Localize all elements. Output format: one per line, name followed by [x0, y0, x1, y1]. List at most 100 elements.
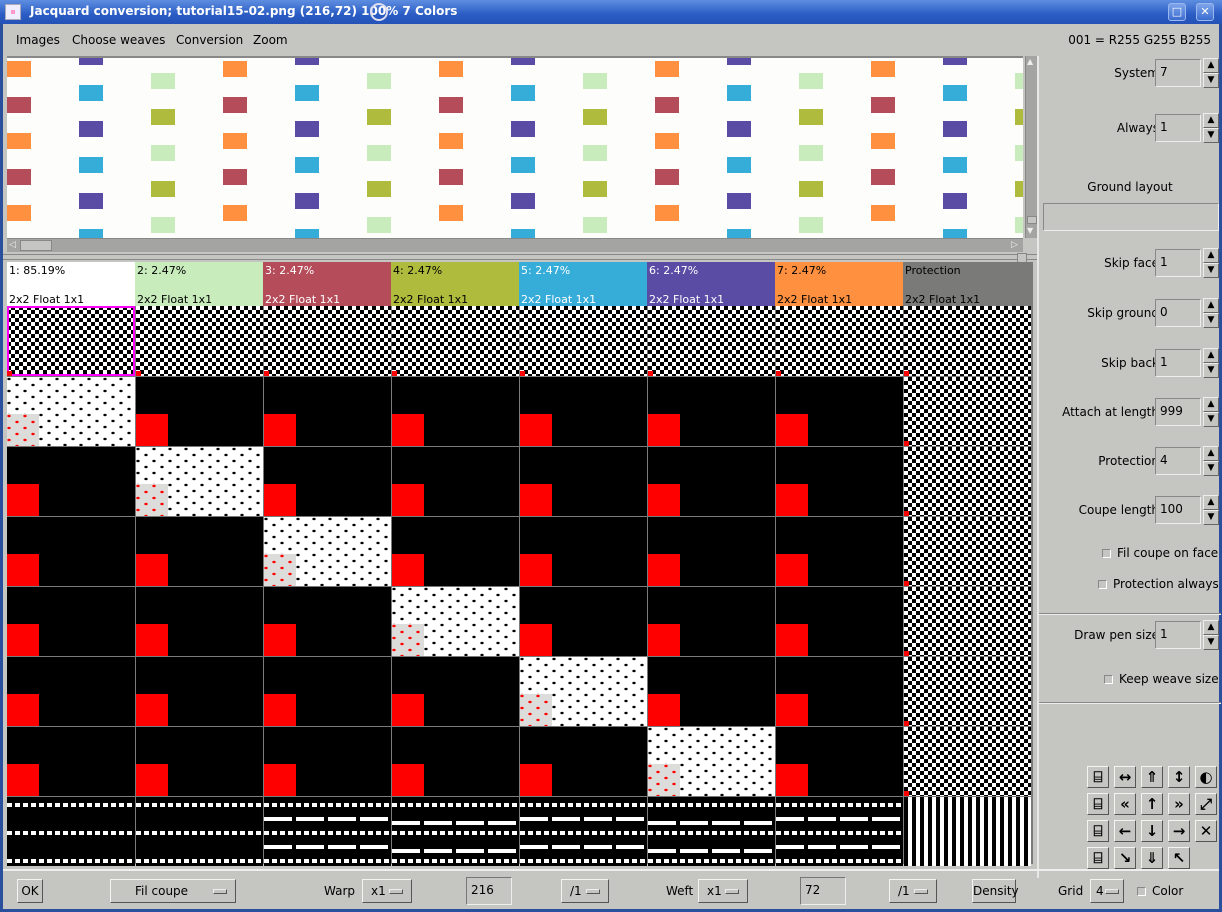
- system-input[interactable]: 7: [1155, 59, 1201, 87]
- weave-cell[interactable]: [7, 377, 135, 446]
- weave-cell[interactable]: [520, 587, 647, 656]
- weave-cell[interactable]: [520, 797, 647, 866]
- menu-zoom[interactable]: Zoom: [253, 33, 288, 47]
- weave-cell[interactable]: [7, 657, 135, 726]
- spin-down-icon[interactable]: ▼: [1203, 128, 1219, 143]
- system-spinner[interactable]: ▲ ▼: [1203, 58, 1219, 88]
- weave-cell[interactable]: [520, 657, 647, 726]
- weave-cell[interactable]: [136, 587, 263, 656]
- protection-always-checkbox[interactable]: Protection always: [1098, 577, 1219, 591]
- weft-divisor-select[interactable]: /1: [889, 879, 937, 903]
- checkbox-box[interactable]: [1098, 580, 1107, 589]
- spin-down-icon[interactable]: ▼: [1203, 263, 1219, 278]
- color-column-header[interactable]: 5: 2.47% 2x2 Float 1x1: [519, 262, 647, 306]
- warp-divisor-select[interactable]: /1: [561, 879, 609, 903]
- weave-cell[interactable]: [264, 797, 391, 866]
- arrow-right-icon[interactable]: →: [1168, 820, 1190, 842]
- weave-cell[interactable]: [264, 657, 391, 726]
- invert-icon[interactable]: ◐: [1195, 766, 1217, 788]
- weave-cell[interactable]: [648, 587, 775, 656]
- weave-cell[interactable]: [648, 306, 775, 376]
- weave-cell[interactable]: [520, 517, 647, 586]
- draw-pen-size-input[interactable]: 1: [1155, 621, 1201, 649]
- always-input[interactable]: 1: [1155, 114, 1201, 142]
- weave-cell[interactable]: [7, 517, 135, 586]
- always-spinner[interactable]: ▲ ▼: [1203, 113, 1219, 143]
- double-up-icon[interactable]: ⇑: [1141, 766, 1163, 788]
- spin-up-icon[interactable]: ▲: [1203, 58, 1219, 73]
- weave-cell[interactable]: [776, 727, 903, 796]
- weave-cell[interactable]: [392, 797, 519, 866]
- weave-cell[interactable]: [7, 447, 135, 516]
- warp-multiplier-select[interactable]: x1: [362, 879, 412, 903]
- double-down-icon[interactable]: ⇓: [1141, 847, 1163, 869]
- weave-cell[interactable]: [392, 727, 519, 796]
- spin-up-icon[interactable]: ▲: [1203, 113, 1219, 128]
- skip-face-input[interactable]: 1: [1155, 249, 1201, 277]
- checkbox-box[interactable]: [1104, 675, 1113, 684]
- weave-cell[interactable]: [264, 447, 391, 516]
- weave-cell[interactable]: [648, 517, 775, 586]
- color-column-header[interactable]: 7: 2.47% 2x2 Float 1x1: [775, 262, 903, 306]
- protection-input[interactable]: 4: [1155, 447, 1201, 475]
- attach-length-spinner[interactable]: ▲ ▼: [1203, 397, 1219, 427]
- weave-cell[interactable]: [264, 587, 391, 656]
- color-column-header[interactable]: 1: 85.19% 2x2 Float 1x1: [7, 262, 135, 306]
- weave-cell[interactable]: [520, 306, 647, 376]
- color-checkbox[interactable]: Color: [1137, 884, 1183, 898]
- draw-pen-size-spinner[interactable]: ▲ ▼: [1203, 620, 1219, 650]
- weave-cell[interactable]: [136, 377, 263, 446]
- spin-up-icon[interactable]: ▲: [1203, 620, 1219, 635]
- skip-face-spinner[interactable]: ▲ ▼: [1203, 248, 1219, 278]
- double-left-icon[interactable]: «: [1114, 793, 1136, 815]
- fil-coupe-on-face-checkbox[interactable]: Fil coupe on face: [1102, 546, 1218, 560]
- stairs-up-icon[interactable]: ⌸: [1087, 766, 1109, 788]
- arrow-down-icon[interactable]: ↓: [1141, 820, 1163, 842]
- spin-up-icon[interactable]: ▲: [1203, 495, 1219, 510]
- warp-input[interactable]: 216: [466, 877, 512, 905]
- image-preview[interactable]: [7, 56, 1023, 238]
- weave-cell[interactable]: [392, 587, 519, 656]
- skip-back-spinner[interactable]: ▲ ▼: [1203, 348, 1219, 378]
- weave-cell[interactable]: [136, 727, 263, 796]
- weft-multiplier-select[interactable]: x1: [698, 879, 748, 903]
- weave-cell[interactable]: [392, 657, 519, 726]
- weave-cell[interactable]: [648, 797, 775, 866]
- menu-images[interactable]: Images: [16, 33, 60, 47]
- spin-up-icon[interactable]: ▲: [1203, 298, 1219, 313]
- ok-button[interactable]: OK: [17, 879, 43, 903]
- maximize-icon[interactable]: □: [1168, 3, 1186, 21]
- density-button[interactable]: Density: [972, 879, 1019, 903]
- checkbox-box[interactable]: [1137, 887, 1146, 896]
- weave-cell[interactable]: [520, 377, 647, 446]
- weave-cell[interactable]: [136, 797, 263, 866]
- weave-cell[interactable]: [520, 447, 647, 516]
- weave-cell[interactable]: [264, 517, 391, 586]
- arrow-up-icon[interactable]: ↑: [1141, 793, 1163, 815]
- weave-cell[interactable]: [264, 727, 391, 796]
- weave-cell[interactable]: [904, 377, 1031, 446]
- weave-cell[interactable]: [776, 797, 903, 866]
- stairs-left-icon[interactable]: ⌸: [1087, 847, 1109, 869]
- weave-cell[interactable]: [136, 657, 263, 726]
- weave-cell[interactable]: [7, 797, 135, 866]
- weave-cell[interactable]: [904, 727, 1031, 796]
- weave-cell[interactable]: [392, 306, 519, 376]
- weave-cell[interactable]: [648, 447, 775, 516]
- grid-select[interactable]: 4: [1090, 879, 1124, 903]
- weave-cell[interactable]: [7, 727, 135, 796]
- stairs-right-icon[interactable]: ⌸: [1087, 820, 1109, 842]
- weave-cell[interactable]: [136, 447, 263, 516]
- spin-up-icon[interactable]: ▲: [1203, 446, 1219, 461]
- weave-cell[interactable]: [264, 306, 391, 376]
- weave-cell[interactable]: [904, 587, 1031, 656]
- checkbox-box[interactable]: [1102, 549, 1111, 558]
- weft-input[interactable]: 72: [800, 877, 846, 905]
- color-column-header[interactable]: 6: 2.47% 2x2 Float 1x1: [647, 262, 775, 306]
- mirror-diagonal-icon[interactable]: ⤢: [1195, 793, 1217, 815]
- spin-down-icon[interactable]: ▼: [1203, 363, 1219, 378]
- weave-cell[interactable]: [392, 377, 519, 446]
- weave-cell[interactable]: [776, 517, 903, 586]
- weave-cell[interactable]: [776, 657, 903, 726]
- shift-down-right-icon[interactable]: ↘: [1114, 847, 1136, 869]
